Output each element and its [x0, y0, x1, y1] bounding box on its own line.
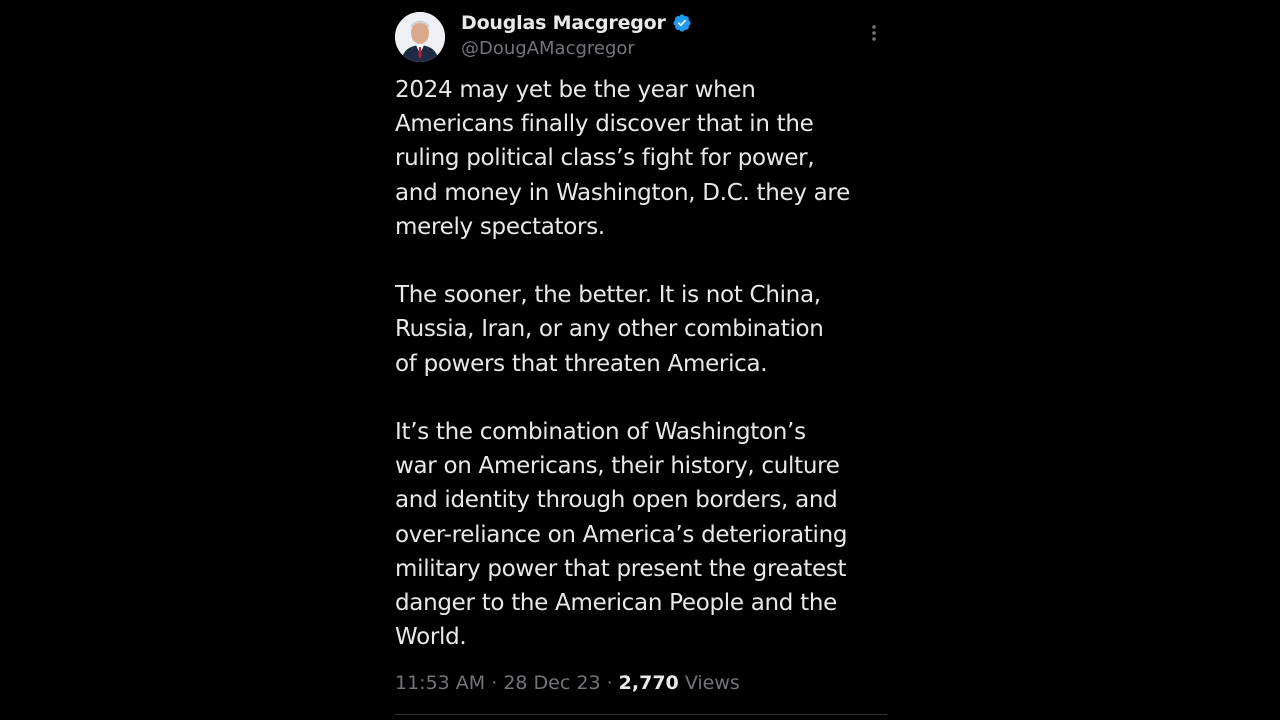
- tweet-paragraph-3: It’s the combination of Washington’s war…: [395, 415, 887, 654]
- tweet-line: World.: [395, 624, 467, 651]
- tweet-line: of powers that threaten America.: [395, 350, 768, 377]
- tweet-meta: 11:53 AM · 28 Dec 23 · 2,770 Views: [395, 672, 740, 694]
- tweet-line: and identity through open borders, and: [395, 487, 838, 514]
- tweet-header: Douglas Macgregor @DougAMacgregor: [395, 12, 887, 64]
- tweet-line: over-reliance on America’s deteriorating: [395, 521, 848, 548]
- tweet-line: Americans finally discover that in the: [395, 111, 814, 138]
- tweet-line: Russia, Iran, or any other combination: [395, 316, 824, 343]
- views-label: Views: [684, 672, 740, 694]
- verified-badge-icon: [672, 13, 692, 33]
- tweet-line: war on Americans, their history, culture: [395, 453, 840, 480]
- display-name-row: Douglas Macgregor: [461, 12, 692, 34]
- meta-separator: ·: [606, 672, 613, 694]
- tweet-line: ruling political class’s fight for power…: [395, 145, 815, 172]
- tweet-text: 2024 may yet be the year when Americans …: [395, 73, 887, 654]
- tweet-line: It’s the combination of Washington’s: [395, 419, 806, 445]
- tweet-line: 2024 may yet be the year when: [395, 77, 756, 103]
- tweet-line: and money in Washington, D.C. they are: [395, 179, 850, 206]
- more-options-icon[interactable]: [865, 22, 883, 44]
- tweet-line: The sooner, the better. It is not China,: [395, 282, 821, 309]
- meta-separator: ·: [491, 672, 498, 694]
- tweet-date[interactable]: 28 Dec 23: [503, 672, 600, 694]
- tweet-line: danger to the American People and the: [395, 590, 837, 617]
- tweet-line: merely spectators.: [395, 213, 605, 240]
- author-display-name[interactable]: Douglas Macgregor: [461, 12, 666, 34]
- tweet-line: military power that present the greatest: [395, 555, 847, 582]
- tweet-paragraph-2: The sooner, the better. It is not China,…: [395, 278, 887, 381]
- author-handle[interactable]: @DougAMacgregor: [461, 38, 692, 59]
- divider: [395, 714, 887, 715]
- views-count: 2,770: [618, 672, 679, 694]
- avatar[interactable]: [395, 12, 445, 62]
- tweet-paragraph-1: 2024 may yet be the year when Americans …: [395, 73, 887, 244]
- tweet: Douglas Macgregor @DougAMacgregor 2024 m…: [395, 0, 887, 720]
- tweet-time[interactable]: 11:53 AM: [395, 672, 485, 694]
- author-names: Douglas Macgregor @DougAMacgregor: [461, 12, 692, 59]
- avatar-portrait-icon: [395, 12, 445, 62]
